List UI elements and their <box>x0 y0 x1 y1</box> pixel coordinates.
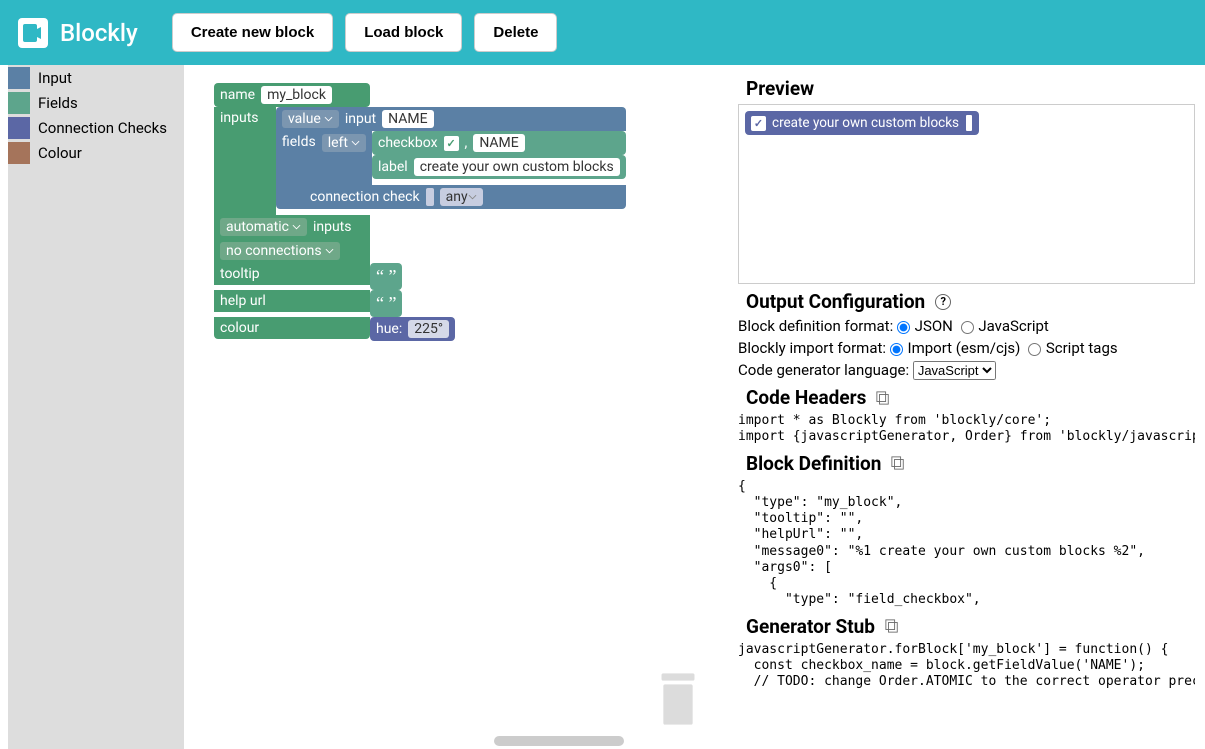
output-panel: Preview ✓ create your own custom blocks … <box>728 65 1205 749</box>
create-block-button[interactable]: Create new block <box>172 13 333 52</box>
blockly-logo-icon <box>18 18 48 48</box>
helpurl-text-block[interactable]: “ ” <box>370 290 402 317</box>
hue-block[interactable]: hue: 225° <box>370 317 455 341</box>
workspace[interactable]: namemy_block inputs value input NAME fie… <box>184 65 728 749</box>
load-block-button[interactable]: Load block <box>345 13 462 52</box>
label-field-block[interactable]: label create your own custom blocks <box>372 155 626 179</box>
code-headers-title: Code Headers <box>746 386 1195 409</box>
toolbox-item-colour[interactable]: Colour <box>8 140 184 165</box>
tooltip-text-block[interactable]: “ ” <box>370 263 402 290</box>
any-dropdown[interactable]: any <box>440 188 483 206</box>
value-dropdown[interactable]: value <box>282 110 339 128</box>
checkbox-name-field[interactable]: NAME <box>473 134 524 152</box>
help-icon[interactable]: ? <box>935 294 951 310</box>
swatch-icon <box>8 92 30 114</box>
radio-script-tags[interactable]: Script tags <box>1028 339 1118 357</box>
brand-name: Blockly <box>60 19 138 47</box>
code-headers-code[interactable]: import * as Blockly from 'blockly/core';… <box>738 413 1195 446</box>
preview-block[interactable]: ✓ create your own custom blocks <box>745 111 979 135</box>
copy-icon[interactable] <box>876 391 890 405</box>
factory-block[interactable]: namemy_block inputs value input NAME fie… <box>214 83 626 341</box>
swatch-icon <box>8 67 30 89</box>
radio-json[interactable]: JSON <box>897 317 953 335</box>
scroll-thumb-x[interactable] <box>494 736 624 746</box>
connection-slot-icon <box>426 188 434 206</box>
connections-dropdown[interactable]: no connections <box>220 242 340 260</box>
generator-stub-code[interactable]: javascriptGenerator.forBlock['my_block']… <box>738 642 1195 691</box>
swatch-icon <box>8 117 30 139</box>
header-bar: Blockly Create new block Load block Dele… <box>0 0 1205 65</box>
output-config-title: Output Configuration ? <box>746 290 1195 313</box>
auto-dropdown[interactable]: automatic <box>220 218 307 236</box>
toolbox-item-connection-checks[interactable]: Connection Checks <box>8 115 184 140</box>
checkbox-icon[interactable]: ✓ <box>444 136 459 151</box>
preview-title: Preview <box>746 77 1195 100</box>
toolbox-item-fields[interactable]: Fields <box>8 90 184 115</box>
label-text-field[interactable]: create your own custom blocks <box>414 158 620 176</box>
value-slot-icon <box>965 114 973 132</box>
hue-value-field[interactable]: 225° <box>408 320 449 338</box>
checkbox-icon[interactable]: ✓ <box>751 116 766 131</box>
checkbox-field-block[interactable]: checkbox ✓ , NAME <box>372 131 626 155</box>
delete-button[interactable]: Delete <box>474 13 557 52</box>
editor-column: Input Fields Connection Checks Colour na… <box>0 65 728 749</box>
toolbox: Input Fields Connection Checks Colour <box>0 65 184 749</box>
block-name-field[interactable]: my_block <box>261 86 332 104</box>
trash-icon[interactable] <box>656 673 700 729</box>
block-definition-title: Block Definition <box>746 452 1195 475</box>
block-definition-code[interactable]: { "type": "my_block", "tooltip": "", "he… <box>738 479 1195 609</box>
toolbox-item-input[interactable]: Input <box>8 65 184 90</box>
generator-stub-title: Generator Stub <box>746 615 1195 638</box>
copy-icon[interactable] <box>891 456 905 470</box>
input-name-field[interactable]: NAME <box>382 110 433 128</box>
fields-align-dropdown[interactable]: left <box>322 134 366 152</box>
generator-language-select[interactable]: JavaScript <box>913 361 996 380</box>
radio-javascript[interactable]: JavaScript <box>961 317 1049 335</box>
copy-icon[interactable] <box>885 619 899 633</box>
radio-import-esm[interactable]: Import (esm/cjs) <box>890 339 1021 357</box>
preview-box[interactable]: ✓ create your own custom blocks <box>738 104 1195 284</box>
swatch-icon <box>8 142 30 164</box>
